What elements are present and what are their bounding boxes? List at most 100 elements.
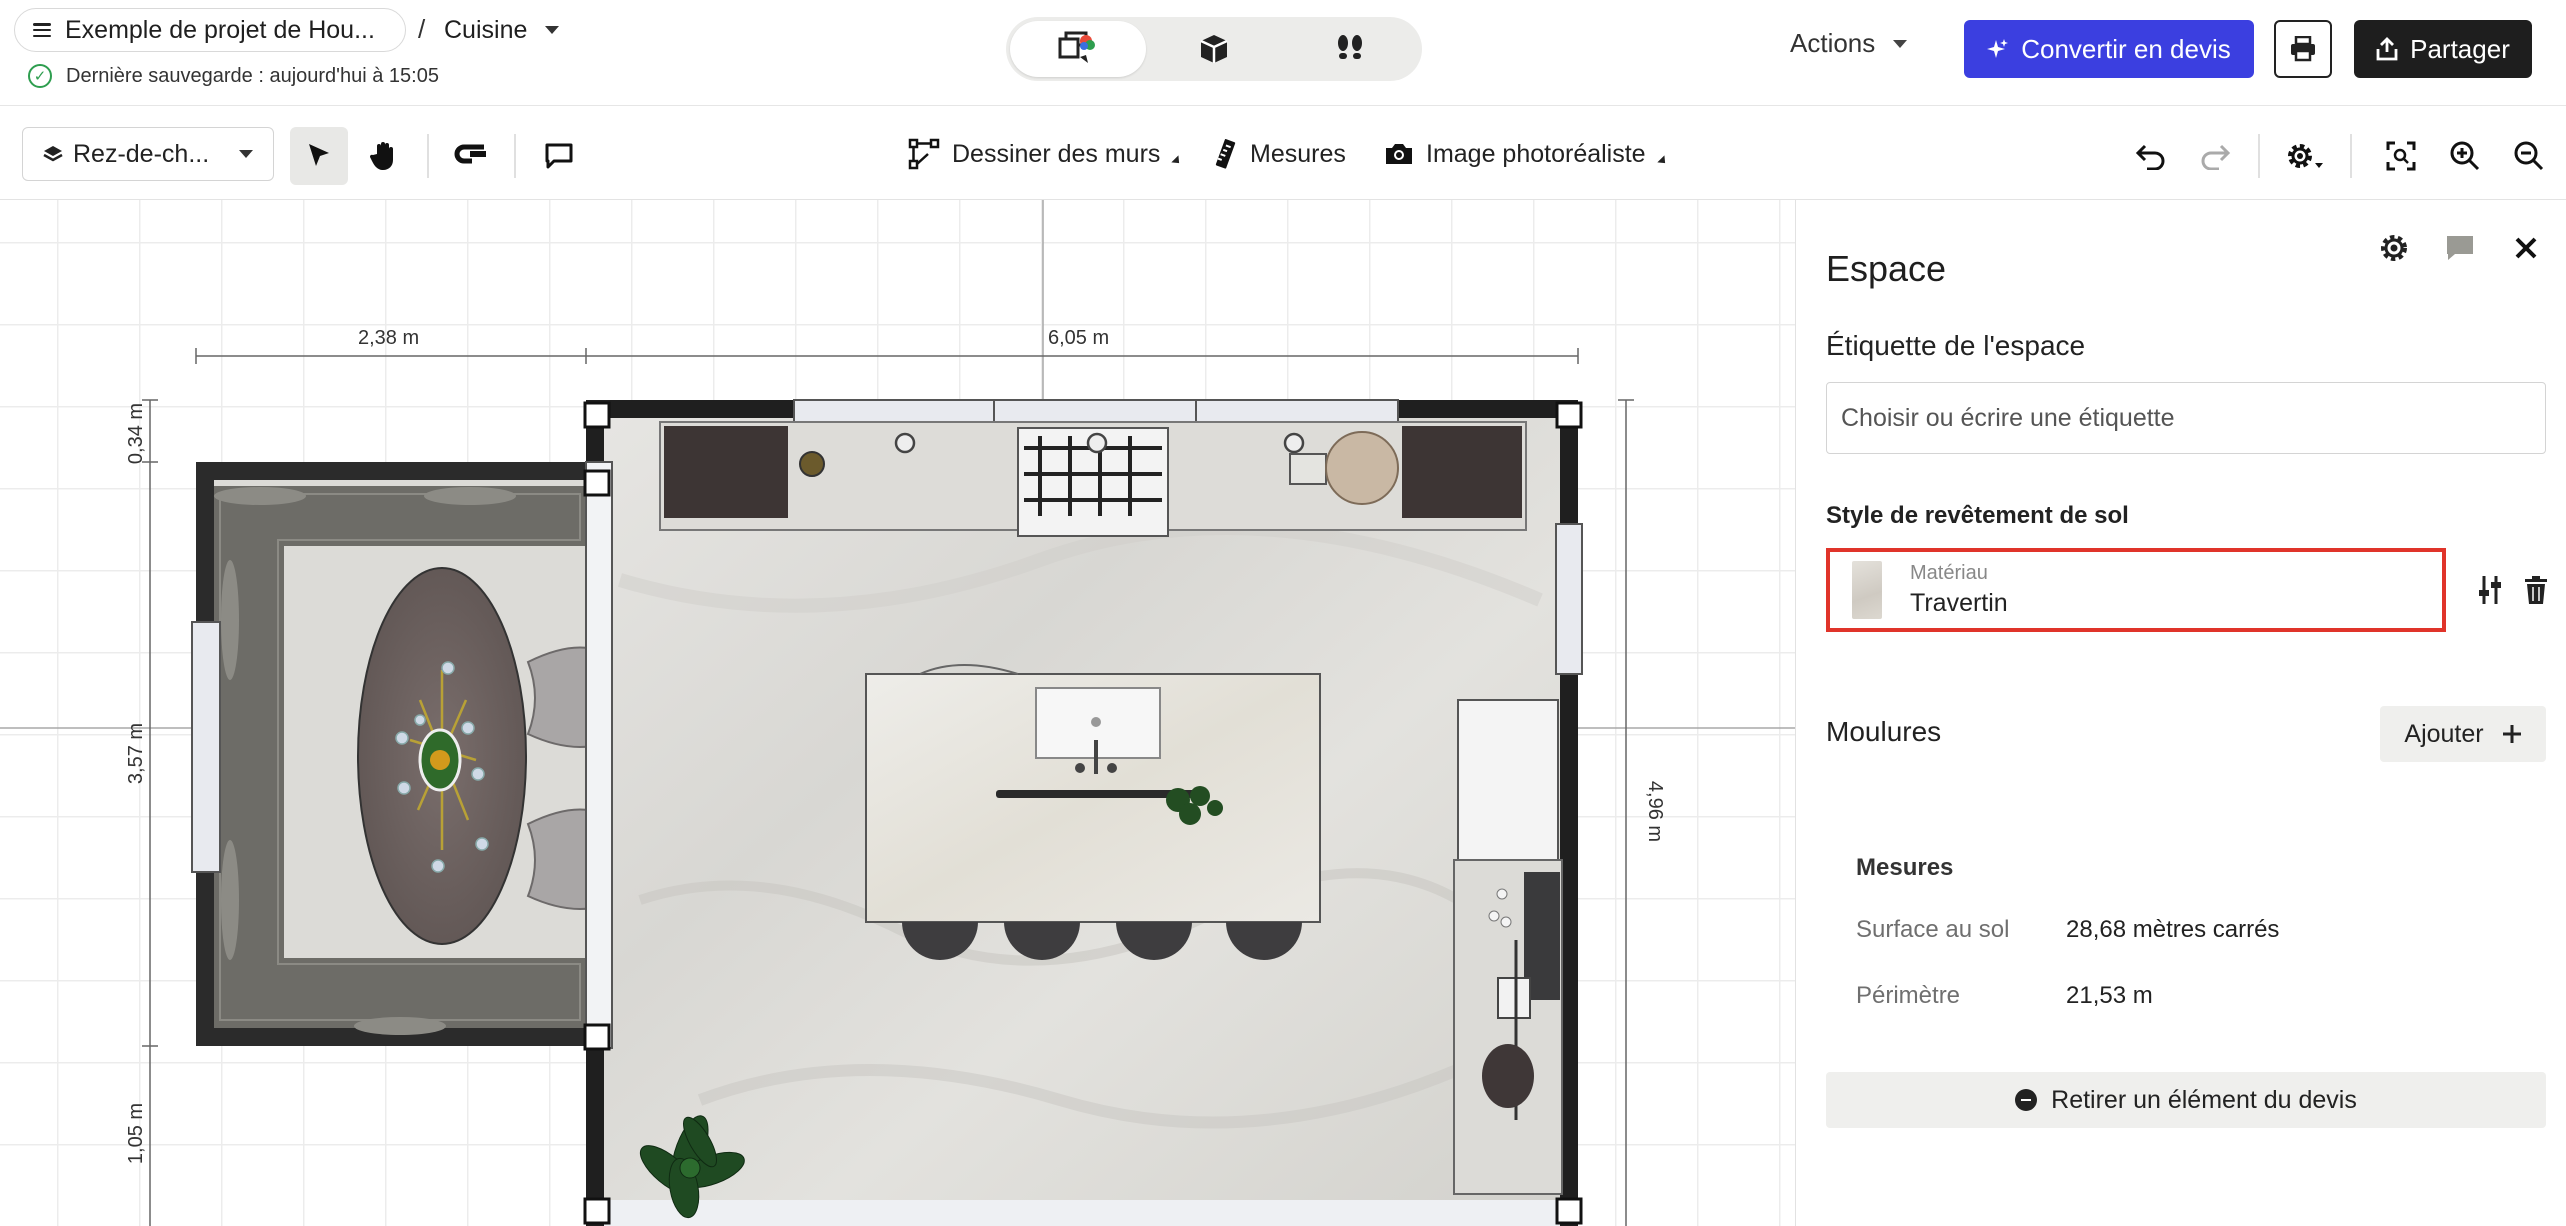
panel-close-button[interactable] <box>2504 226 2548 270</box>
share-button[interactable]: Partager <box>2354 20 2532 78</box>
wall-tool-button[interactable] <box>442 127 500 185</box>
chevron-down-icon <box>1893 39 1908 48</box>
space-label-input[interactable]: Choisir ou écrire une étiquette <box>1826 382 2546 454</box>
dimension-label: 0,34 m <box>125 402 148 465</box>
printer-icon <box>2291 36 2315 62</box>
remove-label: Retirer un élément du devis <box>2051 1085 2357 1114</box>
share-upload-icon <box>2376 37 2398 61</box>
material-adjust-button[interactable] <box>2468 568 2512 612</box>
panel-title: Espace <box>1826 248 1947 289</box>
actions-menu-button[interactable]: Actions <box>1790 28 1908 59</box>
wall-segment-icon <box>454 144 486 164</box>
pan-tool-button[interactable] <box>355 127 413 185</box>
moldings-heading: Moulures <box>1826 716 1942 747</box>
close-icon <box>2515 237 2537 259</box>
submenu-caret-icon <box>1171 155 1184 167</box>
perimeter-row: Périmètre 21,53 m <box>1856 982 2153 1010</box>
view-mode-toggle <box>1006 17 1422 81</box>
zoom-in-button[interactable] <box>2436 127 2494 185</box>
view-2d-button[interactable] <box>1010 21 1146 77</box>
travertine-swatch <box>1852 561 1882 619</box>
zoom-out-button[interactable] <box>2500 127 2558 185</box>
panel-header-actions <box>2372 226 2548 270</box>
actions-label: Actions <box>1790 28 1876 58</box>
zoom-out-icon <box>2514 141 2544 171</box>
hamburger-menu-icon <box>33 23 51 37</box>
remove-from-quote-button[interactable]: Retirer un élément du devis <box>1826 1072 2546 1128</box>
photoreal-image-menu[interactable]: Image photoréaliste <box>1384 134 1669 174</box>
comment-tool-button[interactable] <box>530 127 588 185</box>
check-circle-icon: ✓ <box>28 64 52 88</box>
material-text: Matériau Travertin <box>1910 562 2008 618</box>
cursor-arrow-icon <box>309 144 329 166</box>
chevron-down-icon <box>545 26 560 34</box>
room-name: Cuisine <box>444 15 528 44</box>
zoom-fit-button[interactable] <box>2372 127 2430 185</box>
redo-icon <box>2201 144 2231 170</box>
print-button[interactable] <box>2274 20 2332 78</box>
draw-walls-icon <box>908 138 940 170</box>
measures-heading: Mesures <box>1856 854 1954 881</box>
breadcrumb-separator: / <box>418 14 426 44</box>
fridge <box>1457 699 1559 863</box>
sparkle-icon <box>1987 39 2009 58</box>
walkthrough-footsteps-icon <box>1338 35 1362 59</box>
toolbar-divider <box>427 134 429 178</box>
layers-icon <box>43 146 63 162</box>
undo-button[interactable] <box>2122 127 2180 185</box>
alcove-window <box>191 621 221 873</box>
settings-button[interactable] <box>2276 127 2334 185</box>
project-menu-button[interactable]: Exemple de projet de Hou... <box>14 8 406 52</box>
redo-button[interactable] <box>2186 127 2244 185</box>
sliders-icon <box>2479 576 2501 604</box>
material-caption: Matériau <box>1910 562 1988 584</box>
zoom-in-icon <box>2450 141 2480 171</box>
opening-to-alcove <box>585 461 613 1049</box>
trash-icon <box>2525 576 2547 604</box>
floor-selector[interactable]: Rez-de-ch... <box>22 127 274 181</box>
dimension-label: 3,57 m <box>125 722 148 785</box>
box-3d-icon <box>1200 35 1228 63</box>
share-label: Partager <box>2410 33 2510 64</box>
submenu-caret-icon <box>1656 155 1669 167</box>
toolbar-divider <box>2258 134 2260 178</box>
material-value: Travertin <box>1910 589 2008 617</box>
gear-icon <box>2381 235 2407 261</box>
cabinet-left <box>664 426 788 518</box>
round-board <box>1325 431 1399 505</box>
measures-tool[interactable]: Mesures <box>1214 134 1346 174</box>
gear-icon <box>2288 144 2323 168</box>
floor-style-heading: Style de revêtement de sol <box>1826 502 2129 529</box>
undo-icon <box>2135 144 2165 170</box>
material-delete-button[interactable] <box>2514 568 2558 612</box>
floor-plan-drawing <box>0 200 1795 1226</box>
hand-pan-icon <box>369 142 393 170</box>
top-bar: Exemple de projet de Hou... / Cuisine ✓ … <box>0 0 2566 106</box>
toolbar-divider <box>514 134 516 178</box>
project-name: Exemple de projet de Hou... <box>65 15 375 44</box>
view-3d-button[interactable] <box>1146 21 1282 77</box>
panel-comment-button[interactable] <box>2438 226 2482 270</box>
space-label-heading: Étiquette de l'espace <box>1826 330 2086 361</box>
draw-walls-label: Dessiner des murs <box>952 139 1161 168</box>
walkthrough-button[interactable] <box>1282 21 1418 77</box>
add-molding-button[interactable]: Ajouter <box>2380 706 2546 762</box>
panel-settings-button[interactable] <box>2372 226 2416 270</box>
room-selector[interactable]: Cuisine <box>444 12 560 48</box>
dimension-label: 1,05 m <box>125 1102 148 1165</box>
convert-to-quote-button[interactable]: Convertir en devis <box>1964 20 2254 78</box>
save-status-text: Dernière sauvegarde : aujourd'hui à 15:0… <box>66 64 439 87</box>
draw-walls-menu[interactable]: Dessiner des murs <box>908 134 1184 174</box>
convert-label: Convertir en devis <box>2021 33 2231 64</box>
dimension-label: 2,38 m <box>358 327 420 349</box>
side-stool <box>1482 1044 1534 1108</box>
select-tool-button[interactable] <box>290 127 348 185</box>
perimeter-value: 21,53 m <box>2066 982 2153 1009</box>
floor-plan-canvas[interactable]: 2,38 m 6,05 m 0,34 m 3,57 m 1,05 m 4,96 … <box>0 200 1795 1226</box>
floor-area-label: Surface au sol <box>1856 916 2010 943</box>
floor-label: Rez-de-ch... <box>73 139 210 168</box>
add-label: Ajouter <box>2404 719 2484 748</box>
perimeter-label: Périmètre <box>1856 982 1961 1009</box>
floor-material-selector[interactable]: Matériau Travertin <box>1826 548 2446 632</box>
kitchen-window-right <box>1555 523 1583 675</box>
